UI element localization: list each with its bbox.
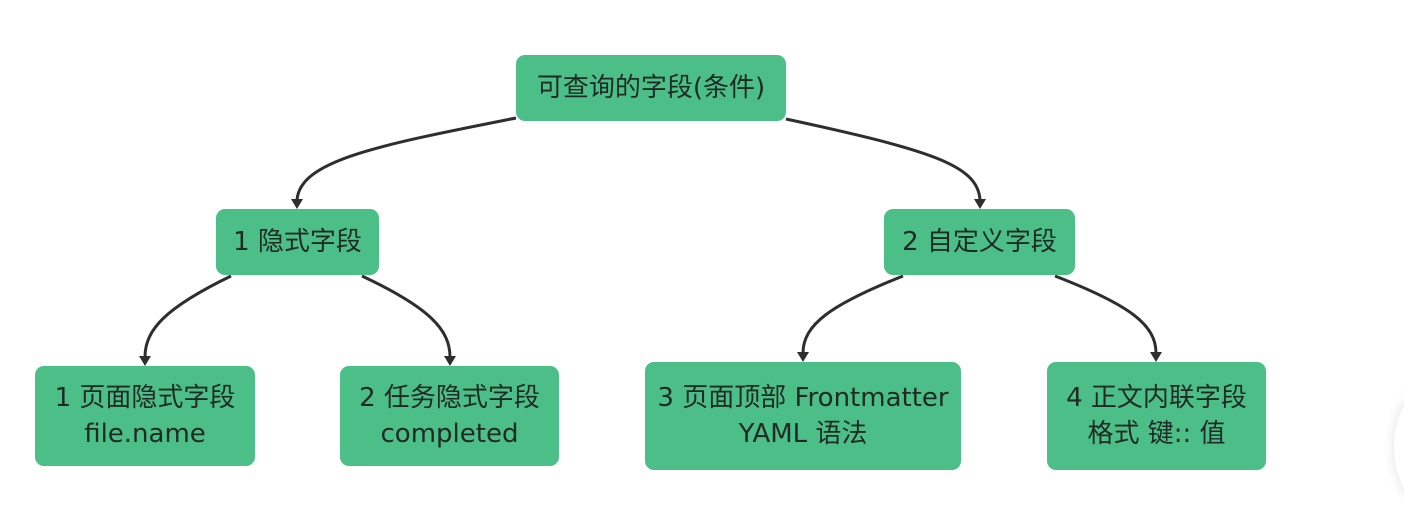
edge-implicit-to-task-implicit <box>361 274 452 358</box>
leaf-node-example: 格式 键:: 值 <box>1087 419 1226 449</box>
branch-node-label: 2 自定义字段 <box>902 227 1057 257</box>
leaf-node-example: file.name <box>84 419 206 449</box>
leaf-node-example: completed <box>380 419 519 449</box>
arrowhead-inline-field <box>1150 352 1162 362</box>
root-node-queryable-fields[interactable]: 可查询的字段(条件) <box>516 55 786 121</box>
arrowhead-task-implicit <box>444 356 456 366</box>
edge-root-to-custom-fields <box>785 117 982 201</box>
arrowhead-frontmatter <box>797 352 809 362</box>
leaf-node-title: 4 正文内联字段 <box>1066 383 1247 413</box>
leaf-node-example: YAML 语法 <box>738 419 868 449</box>
edge-implicit-to-page-implicit <box>143 274 232 358</box>
leaf-node-inline-fields[interactable]: 4 正文内联字段 格式 键:: 值 <box>1047 362 1266 470</box>
edge-custom-to-inline-field <box>1054 274 1158 354</box>
leaf-node-task-implicit-fields[interactable]: 2 任务隐式字段 completed <box>340 366 559 466</box>
leaf-node-title: 2 任务隐式字段 <box>359 383 540 413</box>
leaf-node-page-implicit-fields[interactable]: 1 页面隐式字段 file.name <box>35 366 255 466</box>
mind-map-canvas: 可查询的字段(条件) 1 隐式字段 2 自定义字段 1 页面隐式字段 file.… <box>0 0 1404 512</box>
leaf-node-title: 1 页面隐式字段 <box>54 383 236 413</box>
arrowhead-page-implicit <box>139 356 151 366</box>
root-node-label: 可查询的字段(条件) <box>536 73 766 103</box>
arrowhead-custom-fields <box>974 199 986 209</box>
leaf-node-title: 3 页面顶部 Frontmatter <box>657 383 949 413</box>
edge-root-to-implicit-fields <box>295 116 517 201</box>
arrowhead-implicit-fields <box>291 199 303 209</box>
leaf-node-frontmatter[interactable]: 3 页面顶部 Frontmatter YAML 语法 <box>645 362 961 470</box>
branch-node-custom-fields[interactable]: 2 自定义字段 <box>884 209 1075 275</box>
edge-custom-to-frontmatter <box>801 274 904 354</box>
branch-node-implicit-fields[interactable]: 1 隐式字段 <box>216 209 379 275</box>
branch-node-label: 1 隐式字段 <box>233 227 362 257</box>
